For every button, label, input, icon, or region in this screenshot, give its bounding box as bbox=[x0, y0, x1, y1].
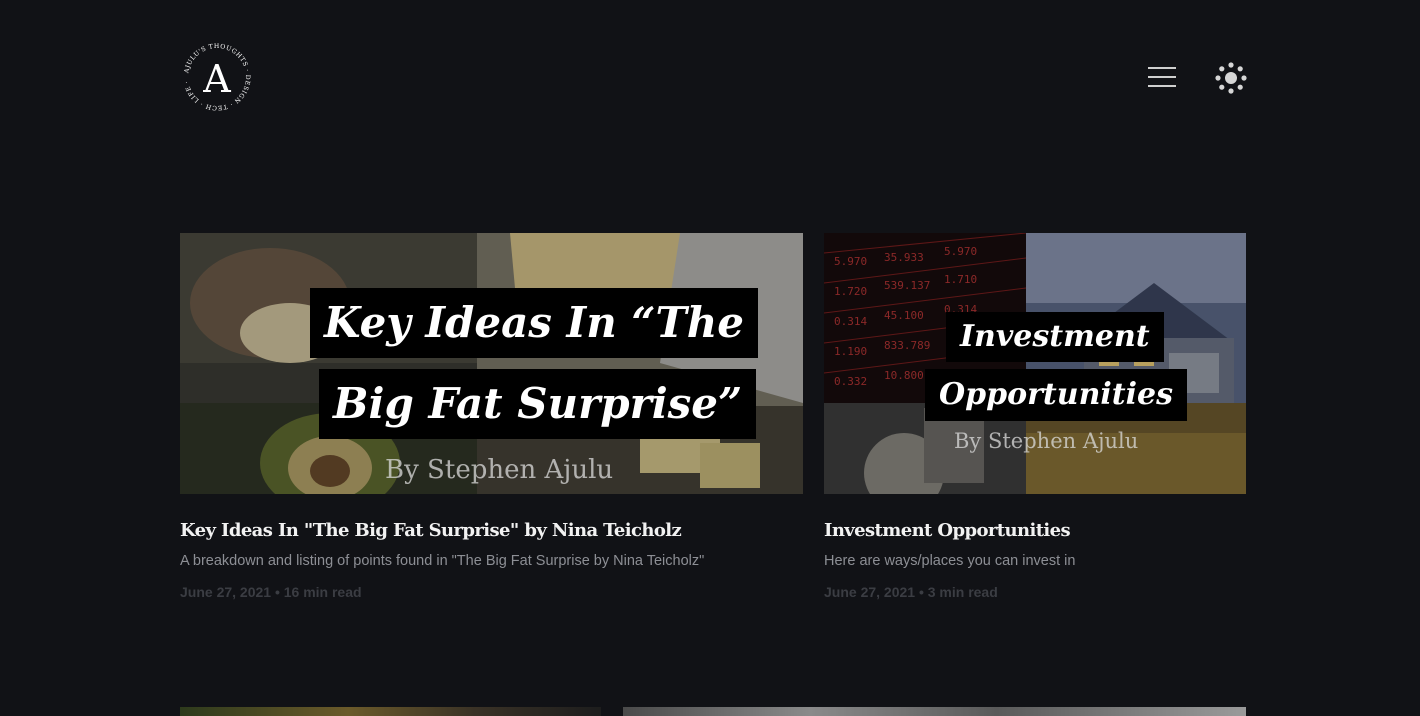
next-post-thumbnail[interactable] bbox=[623, 707, 1246, 716]
thumbnail-title-line-1: Key Ideas In “The bbox=[310, 288, 759, 358]
logo-badge-icon: AJULU'S THOUGHTS · DESIGN · TECH · LIFE … bbox=[177, 35, 253, 113]
thumbnail-byline: By Stephen Ajulu bbox=[954, 429, 1139, 453]
post-excerpt: Here are ways/places you can invest in bbox=[824, 553, 1076, 569]
thumbnail-title-line-2: Big Fat Surprise” bbox=[319, 369, 757, 439]
site-logo[interactable]: AJULU'S THOUGHTS · DESIGN · TECH · LIFE … bbox=[177, 35, 254, 114]
theme-toggle-button[interactable] bbox=[1213, 60, 1249, 96]
svg-text:A: A bbox=[202, 57, 231, 101]
post-title[interactable]: Investment Opportunities bbox=[824, 520, 1246, 541]
post-card[interactable]: 5.97035.9335.970 1.720539.1371.710 0.314… bbox=[824, 233, 1246, 600]
thumbnail-title-line-1: Investment bbox=[946, 312, 1164, 362]
hamburger-menu-icon bbox=[1148, 67, 1176, 87]
sun-theme-icon bbox=[1215, 62, 1247, 94]
post-thumbnail[interactable]: 5.97035.9335.970 1.720539.1371.710 0.314… bbox=[824, 233, 1246, 494]
post-meta: June 27, 2021 • 16 min read bbox=[180, 584, 362, 600]
post-thumbnail[interactable]: Key Ideas In “The Big Fat Surprise” By S… bbox=[180, 233, 803, 494]
next-post-thumbnail[interactable] bbox=[180, 707, 601, 716]
post-title[interactable]: Key Ideas In "The Big Fat Surprise" by N… bbox=[180, 520, 803, 541]
post-excerpt: A breakdown and listing of points found … bbox=[180, 553, 705, 569]
page: AJULU'S THOUGHTS · DESIGN · TECH · LIFE … bbox=[0, 0, 1420, 716]
thumbnail-title-line-2: Opportunities bbox=[925, 369, 1188, 421]
post-meta: June 27, 2021 • 3 min read bbox=[824, 584, 998, 600]
thumbnail-byline: By Stephen Ajulu bbox=[385, 455, 614, 485]
menu-button[interactable] bbox=[1146, 64, 1178, 92]
post-card[interactable]: Key Ideas In “The Big Fat Surprise” By S… bbox=[180, 233, 803, 600]
investment-collage-image: 5.97035.9335.970 1.720539.1371.710 0.314… bbox=[824, 233, 1246, 494]
